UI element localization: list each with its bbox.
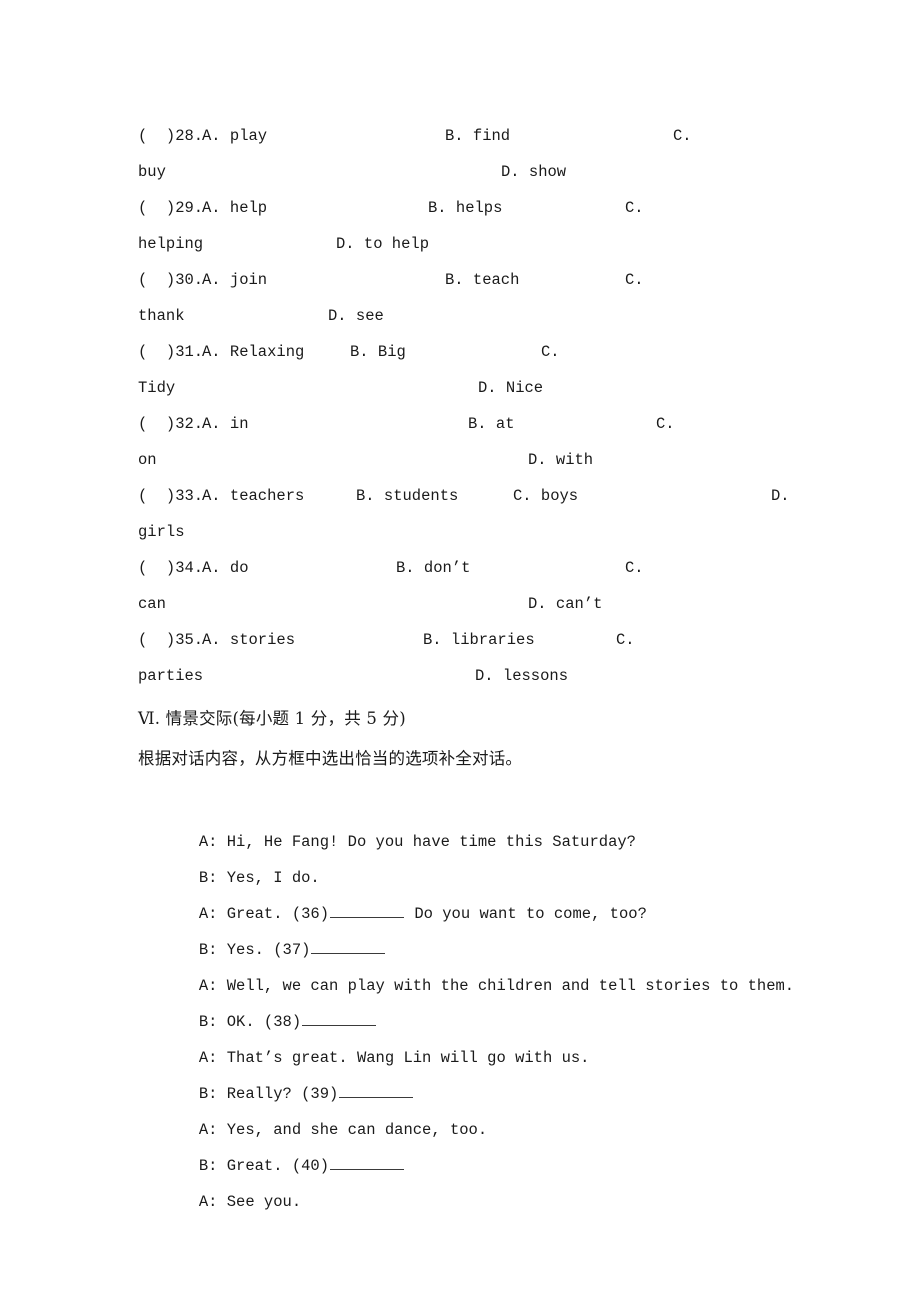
option-a: A. in [202,415,249,433]
option-d-label: D. [771,487,790,505]
dialogue-line: B: Really? (39) [143,1040,838,1103]
option-c-label: C. [625,271,644,289]
option-d-word: girls [138,523,185,541]
option-c-word: buy [138,163,166,181]
option-c-label: C. [625,559,644,577]
option-d: D. lessons [475,667,569,685]
dialogue-line: A: See you. [143,1148,838,1211]
dialogue-text: A: See you. [198,1193,302,1211]
option-a: A. help [202,199,268,217]
option-d: D. Nice [478,379,544,397]
question-row-continuation: on D. with [138,442,838,478]
option-d: D. to help [336,235,430,253]
question-marker: ( )28. [138,127,204,145]
dialogue-line: B: Yes, I do. [143,824,838,887]
question-marker: ( )32. [138,415,204,433]
option-a: A. stories [202,631,296,649]
question-row: ( )28. A. play B. find C. [138,118,838,154]
question-row: ( )31. A. Relaxing B. Big C. [138,334,838,370]
dialogue-line: B: Great. (40) [143,1112,838,1175]
question-row: ( )29. A. help B. helps C. [138,190,838,226]
document-page: ( )28. A. play B. find C. buy D. show ( … [0,0,920,1302]
question-row-continuation: parties D. lessons [138,658,838,694]
question-marker: ( )29. [138,199,204,217]
option-d: D. see [328,307,384,325]
dialogue-line: A: Hi, He Fang! Do you have time this Sa… [143,788,838,851]
dialogue-line: A: Well, we can play with the children a… [143,932,838,995]
question-row: ( )32. A. in B. at C. [138,406,838,442]
question-marker: ( )31. [138,343,204,361]
option-b: B. find [445,127,511,145]
option-c-label: C. boys [513,487,579,505]
option-b: B. at [468,415,515,433]
option-a: A. play [202,127,268,145]
option-c-word: helping [138,235,204,253]
question-row-continuation: Tidy D. Nice [138,370,838,406]
option-c-word: thank [138,307,185,325]
option-a: A. join [202,271,268,289]
question-marker: ( )35. [138,631,204,649]
question-marker: ( )30. [138,271,204,289]
option-b: B. helps [428,199,503,217]
option-d: D. with [528,451,594,469]
dialogue-line: B: OK. (38) [143,968,838,1031]
option-c-label: C. [656,415,675,433]
dialogue-line: B: Yes. (37) [143,896,838,959]
option-c-word: on [138,451,157,469]
dialogue-line: A: Yes, and she can dance, too. [143,1076,838,1139]
question-row-continuation: girls [138,514,838,550]
option-a: A. Relaxing [202,343,305,361]
option-c-word: Tidy [138,379,176,397]
question-row: ( )35. A. stories B. libraries C. [138,622,838,658]
section-heading: Ⅵ. 情景交际(每小题 1 分，共 5 分) [138,709,406,728]
option-c-label: C. [673,127,692,145]
option-c-label: C. [616,631,635,649]
option-a: A. do [202,559,249,577]
dialogue-line: A: That’s great. Wang Lin will go with u… [143,1004,838,1067]
question-marker: ( )33. [138,487,204,505]
question-row-continuation: thank D. see [138,298,838,334]
dialogue-line: A: Great. (36) Do you want to come, too? [143,860,838,923]
question-marker: ( )34. [138,559,204,577]
section-instruction: 根据对话内容，从方框中选出恰当的选项补全对话。 [138,749,523,768]
option-b: B. teach [445,271,520,289]
option-b: B. Big [350,343,406,361]
option-c-label: C. [625,199,644,217]
document-content: ( )28. A. play B. find C. buy D. show ( … [138,118,838,1211]
question-row: ( )33. A. teachers B. students C. boys D… [138,478,838,514]
option-b: B. don’t [396,559,471,577]
option-c-word: parties [138,667,204,685]
option-d: D. can’t [528,595,603,613]
question-row: ( )30. A. join B. teach C. [138,262,838,298]
option-c-label: C. [541,343,560,361]
question-row-continuation: buy D. show [138,154,838,190]
option-a: A. teachers [202,487,305,505]
option-b: B. students [356,487,459,505]
option-b: B. libraries [423,631,535,649]
question-row-continuation: can D. can’t [138,586,838,622]
option-d: D. show [501,163,567,181]
option-c-word: can [138,595,166,613]
question-row: ( )34. A. do B. don’t C. [138,550,838,586]
question-row-continuation: helping D. to help [138,226,838,262]
